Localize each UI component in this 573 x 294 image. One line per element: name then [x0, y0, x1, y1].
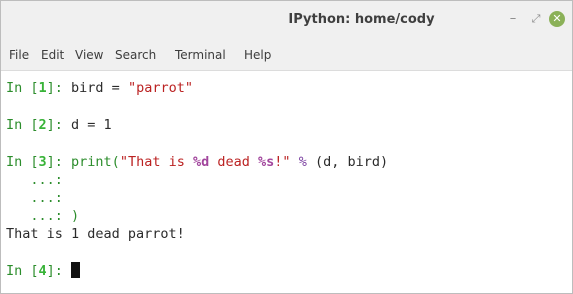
- menu-help[interactable]: Help: [244, 48, 271, 62]
- menu-edit[interactable]: Edit: [41, 48, 64, 62]
- close-button[interactable]: ✕: [549, 11, 565, 27]
- operator: %: [290, 154, 315, 170]
- prompt-number: 2: [38, 117, 47, 133]
- menu-file[interactable]: File: [9, 48, 29, 62]
- function-call: print(: [71, 154, 120, 170]
- prompt-number: 4: [38, 263, 47, 279]
- prompt-close: ]:: [46, 154, 72, 170]
- prompt-close: ]:: [46, 117, 72, 133]
- format-specifier: %s: [258, 154, 275, 170]
- prompt-label: In [: [6, 154, 39, 170]
- prompt-label: In [: [6, 80, 39, 96]
- code-text: bird =: [71, 80, 128, 96]
- code-text: d = 1: [71, 117, 112, 133]
- prompt-close: ]:: [46, 80, 72, 96]
- terminal-output[interactable]: In [1]: bird = "parrot" In [2]: d = 1 In…: [1, 71, 572, 293]
- input-line: In [3]: print("That is %d dead %s!" % (d…: [6, 153, 388, 171]
- output-line: That is 1 dead parrot!: [6, 226, 185, 242]
- prompt-label: In [: [6, 263, 39, 279]
- menu-terminal[interactable]: Terminal: [175, 48, 226, 62]
- window-title: IPython: home/cody: [288, 12, 435, 27]
- input-line: In [2]: d = 1: [6, 116, 112, 134]
- prompt-number: 3: [38, 154, 47, 170]
- continuation-line: ...:: [6, 172, 63, 188]
- text-cursor: [71, 262, 81, 278]
- input-line: In [1]: bird = "parrot": [6, 79, 193, 97]
- maximize-button[interactable]: ⤢: [527, 10, 545, 28]
- terminal-window: IPython: home/cody – ⤢ ✕ File Edit View …: [0, 0, 573, 294]
- string-literal: !": [274, 154, 291, 170]
- menu-view[interactable]: View: [75, 48, 103, 62]
- string-literal: "That is: [119, 154, 193, 170]
- prompt-label: In [: [6, 117, 39, 133]
- prompt-close: ]:: [46, 263, 72, 279]
- format-specifier: %d: [192, 154, 210, 170]
- string-literal: dead: [209, 154, 259, 170]
- title-bar[interactable]: IPython: home/cody – ⤢ ✕: [1, 1, 572, 38]
- continuation-line: ...:: [6, 190, 63, 206]
- input-line: In [4]:: [6, 262, 81, 280]
- continuation-line: ...: ): [6, 208, 80, 224]
- code-text: (d, bird): [314, 154, 389, 170]
- menu-bar: File Edit View Search Terminal Help: [1, 38, 572, 71]
- string-literal: "parrot": [127, 80, 193, 96]
- menu-search[interactable]: Search: [115, 48, 156, 62]
- minimize-button[interactable]: –: [504, 10, 522, 28]
- prompt-number: 1: [38, 80, 47, 96]
